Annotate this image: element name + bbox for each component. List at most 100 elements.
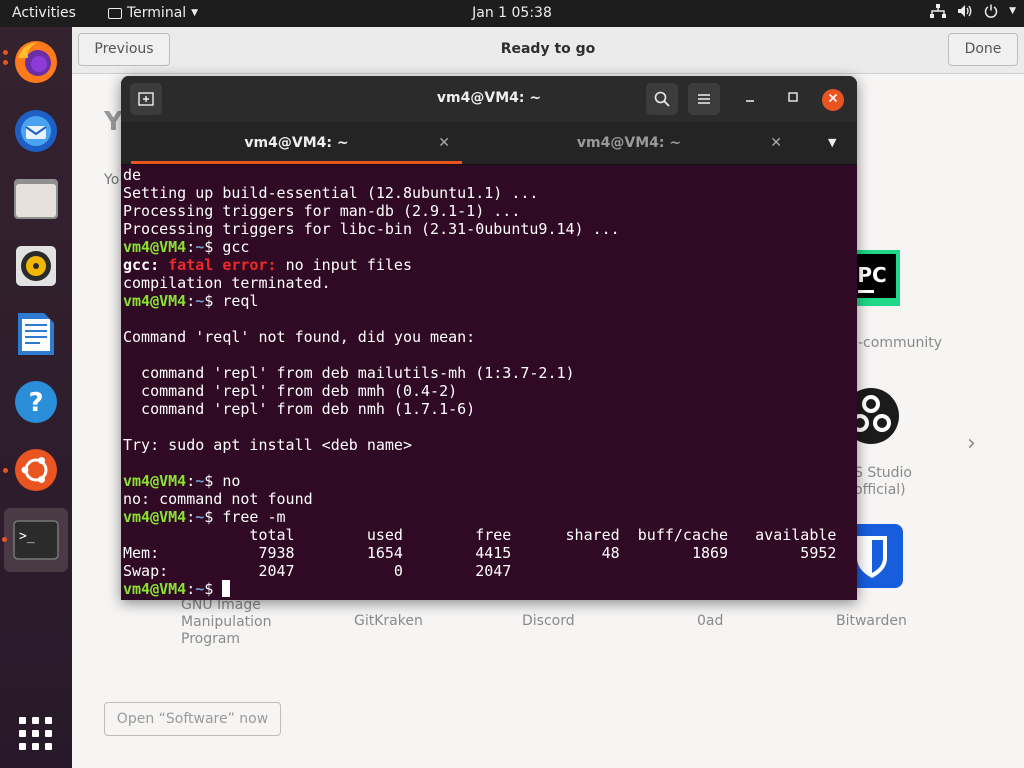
free-header-row: total used free shared buff/cache availa… [123, 526, 837, 544]
open-software-button[interactable]: Open “Software” now [104, 702, 281, 736]
error-label: fatal error: [168, 256, 277, 274]
maximize-button[interactable] [784, 90, 802, 108]
running-indicator [3, 60, 8, 65]
done-button[interactable]: Done [948, 33, 1018, 66]
page-heading: Y [104, 107, 123, 137]
error-source: gcc: [123, 256, 160, 274]
svg-text:PC: PC [857, 263, 886, 287]
grid-dot [32, 717, 39, 724]
show-applications-button[interactable] [19, 717, 53, 751]
search-button[interactable] [646, 83, 678, 115]
app-label-gimp[interactable]: GNU Image Manipulation Program [181, 597, 271, 648]
grid-dot [45, 743, 52, 750]
terminal-tab-1[interactable]: vm4@VM4: ~ ✕ [131, 122, 462, 164]
terminal-headerbar[interactable]: vm4@VM4: ~ [121, 76, 857, 122]
network-icon [930, 4, 947, 18]
error-message: no input files [285, 256, 412, 274]
terminal-tab-bar: vm4@VM4: ~ ✕ vm4@VM4: ~ ✕ ▼ [121, 122, 857, 165]
app-label-obs-line2[interactable]: official) [854, 482, 906, 498]
running-indicator [2, 537, 7, 542]
thunderbird-icon [15, 110, 57, 152]
output-line: Processing triggers for man-db (2.9.1-1)… [123, 202, 521, 220]
app-label-gitkraken[interactable]: GitKraken [354, 613, 423, 629]
command-text: reql [222, 292, 259, 310]
output-line: command 'repl' from deb mailutils-mh (1:… [123, 364, 575, 382]
maximize-icon [788, 92, 798, 102]
app-label-bitwarden[interactable]: Bitwarden [836, 613, 907, 629]
app-menu-label: Terminal [127, 5, 187, 21]
prompt-path: ~ [195, 508, 205, 526]
prompt-path: ~ [195, 580, 205, 598]
output-line: compilation terminated. [123, 274, 331, 292]
prompt-user: vm4@VM4 [123, 292, 187, 310]
free-swap-row: Swap: 2047 0 2047 [123, 562, 512, 580]
prompt-user: vm4@VM4 [123, 580, 187, 598]
terminal-content[interactable]: de Setting up build-essential (12.8ubunt… [121, 165, 857, 600]
app-label-discord[interactable]: Discord [522, 613, 575, 629]
software-header: Previous Ready to go Done [72, 27, 1024, 74]
dock-writer[interactable] [10, 308, 62, 360]
dock-terminal[interactable]: >_ [2, 508, 68, 572]
command-text: no [222, 472, 241, 490]
dock-files[interactable] [10, 172, 62, 224]
software-title: Ready to go [500, 41, 596, 57]
running-indicator [3, 50, 8, 55]
close-tab-icon[interactable]: ✕ [770, 122, 782, 164]
dock-rhythmbox[interactable] [10, 240, 62, 292]
prompt-path: ~ [195, 292, 205, 310]
menu-button[interactable] [688, 83, 720, 115]
minimize-icon [746, 100, 754, 102]
page-subtext: Yo [104, 172, 120, 188]
dock-firefox[interactable] [3, 36, 62, 88]
rhythmbox-icon [16, 246, 56, 286]
close-button[interactable] [822, 89, 844, 111]
text-cursor [222, 580, 231, 597]
svg-text:?: ? [28, 388, 43, 418]
app-label-obs-line1[interactable]: S Studio [854, 465, 912, 481]
tab-label: vm4@VM4: ~ [576, 135, 682, 151]
prompt-path: ~ [195, 472, 205, 490]
close-tab-icon[interactable]: ✕ [438, 122, 450, 164]
volume-icon [958, 5, 972, 17]
new-tab-icon [138, 92, 154, 106]
dock-ubuntu-software[interactable] [3, 444, 62, 496]
app-label-pycharm[interactable]: -community [858, 335, 942, 351]
free-mem-row: Mem: 7938 1654 4415 48 1869 5952 [123, 544, 837, 562]
ubuntu-software-icon [15, 449, 57, 491]
prompt-user: vm4@VM4 [123, 238, 187, 256]
app-label-0ad[interactable]: 0ad [697, 613, 723, 629]
chevron-down-icon: ▼ [1009, 6, 1016, 16]
chevron-down-icon: ▼ [191, 8, 199, 18]
hamburger-menu-icon [698, 94, 710, 104]
output-line: Setting up build-essential (12.8ubuntu1.… [123, 184, 539, 202]
top-bar: Activities Terminal ▼ Jan 1 05:38 ▼ [0, 0, 1024, 27]
activities-button[interactable]: Activities [12, 5, 76, 21]
svg-text:>_: >_ [19, 529, 35, 544]
grid-dot [19, 717, 26, 724]
document-writer-icon [18, 313, 54, 355]
minimize-button[interactable] [741, 90, 759, 108]
grid-dot [45, 717, 52, 724]
firefox-icon [15, 41, 57, 83]
terminal-icon: >_ [13, 520, 59, 560]
gimp-label-line3: Program [181, 631, 241, 647]
dock-thunderbird[interactable] [10, 104, 62, 156]
tab-list-chevron-icon[interactable]: ▼ [828, 136, 836, 149]
help-icon: ? [15, 381, 57, 423]
app-menu[interactable]: Terminal ▼ [108, 5, 198, 21]
output-line: Processing triggers for libc-bin (2.31-0… [123, 220, 620, 238]
prompt-user: vm4@VM4 [123, 508, 187, 526]
search-icon [654, 91, 670, 107]
terminal-window: vm4@VM4: ~ vm4@VM4: ~ ✕ vm4@VM4: ~ ✕ ▼ d… [121, 76, 857, 600]
terminal-tab-2[interactable]: vm4@VM4: ~ ✕ [464, 122, 794, 164]
output-line: Command 'reql' not found, did you mean: [123, 328, 476, 346]
folder-icon [14, 179, 58, 219]
new-tab-button[interactable] [130, 83, 162, 115]
command-text: gcc [222, 238, 250, 256]
power-icon [984, 4, 998, 18]
close-icon [828, 93, 838, 103]
output-line: no: command not found [123, 490, 313, 508]
dock-help[interactable]: ? [10, 376, 62, 428]
next-arrow-icon[interactable]: › [967, 431, 976, 456]
system-tray[interactable]: ▼ [930, 4, 1016, 18]
